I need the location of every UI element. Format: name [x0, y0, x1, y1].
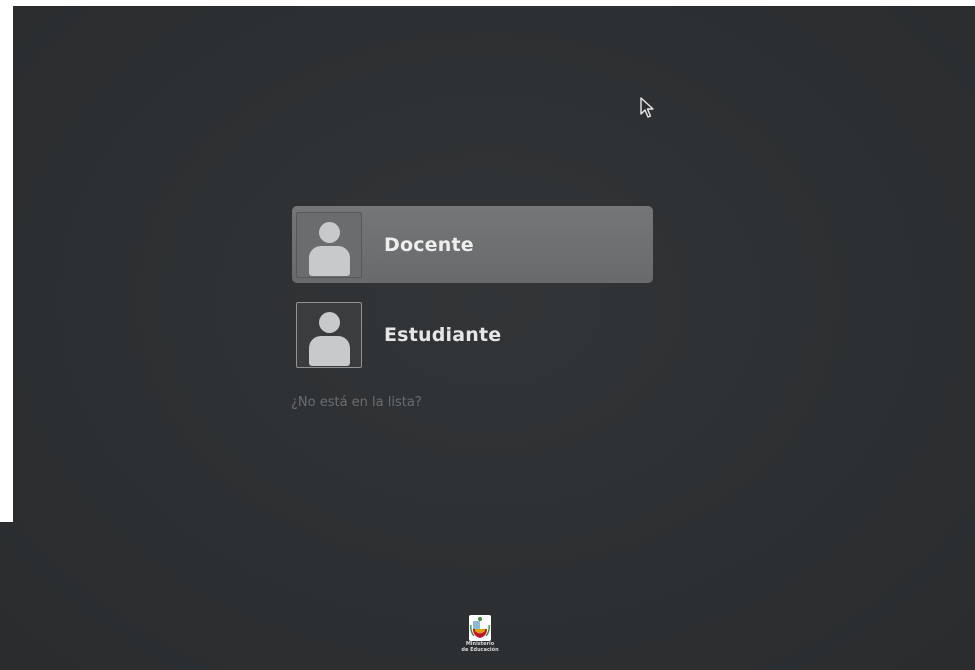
- user-item-docente[interactable]: Docente: [292, 206, 653, 283]
- user-avatar-icon: [296, 301, 362, 368]
- mouse-pointer-icon: [640, 97, 654, 118]
- user-list: Docente Estudiante: [292, 206, 653, 386]
- ministry-logo: Ministerio de Educación: [458, 615, 502, 653]
- screen-edge-top: [0, 0, 975, 6]
- ministry-name-line2: de Educación: [461, 647, 499, 653]
- not-listed-link[interactable]: ¿No está en la lista?: [291, 395, 422, 410]
- screen-edge-left: [0, 0, 13, 522]
- login-screen: Docente Estudiante ¿No está en la lista?…: [0, 0, 975, 670]
- user-name-label: Docente: [384, 233, 474, 256]
- user-name-label: Estudiante: [384, 323, 502, 346]
- peru-coat-of-arms-icon: [469, 615, 491, 641]
- user-avatar-icon: [296, 211, 362, 278]
- user-item-estudiante[interactable]: Estudiante: [292, 296, 653, 373]
